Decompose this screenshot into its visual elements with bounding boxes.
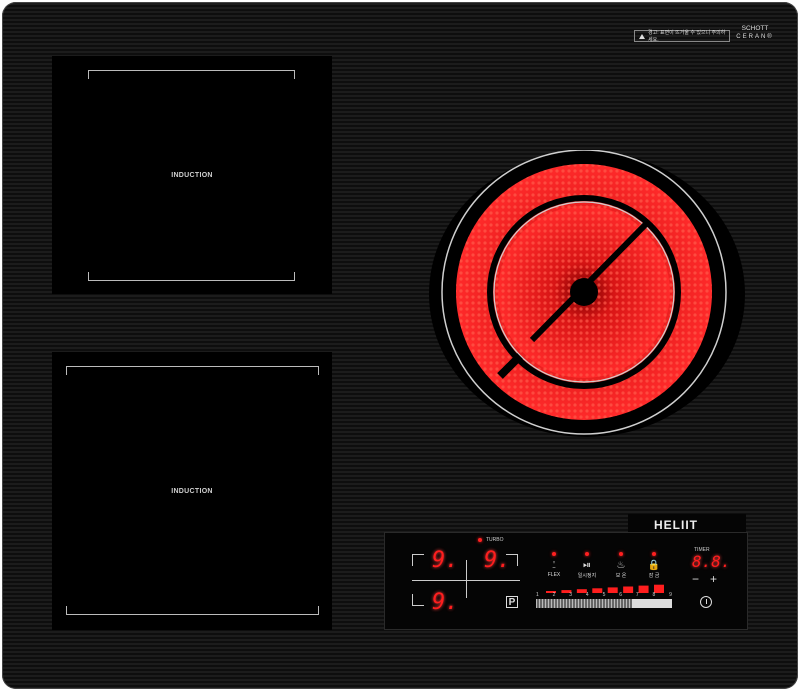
zone-select-top-left-icon[interactable] (412, 554, 424, 566)
slider-tick-labels: 1 2 3 4 5 6 7 8 9 (536, 592, 672, 598)
slider-tick-2: 2 (552, 592, 556, 598)
turbo-label: TURBO (486, 537, 504, 543)
zone-select-bottom-left-icon[interactable] (412, 594, 424, 606)
play-pause-label: 일시정지 (577, 573, 597, 579)
pause-led (585, 552, 589, 556)
slider-tick-6: 6 (619, 592, 622, 598)
zone-label: INDUCTION (171, 172, 213, 179)
lock-led (652, 552, 656, 556)
play-pause-button[interactable]: ⏯ 일시정지 (576, 560, 598, 579)
zone-display-top-left: 9. (432, 548, 459, 573)
brand-logo: HELIIT (654, 518, 698, 532)
glass-maker-logo: SCHOTT CERAN® (735, 25, 775, 41)
pause-button[interactable]: P (506, 596, 518, 608)
induction-zone-front-left[interactable]: INDUCTION (52, 352, 332, 630)
slider-tick-3: 3 (569, 592, 573, 598)
keep-warm-icon: ♨ (616, 560, 626, 571)
lock-button[interactable]: 🔒 잠 금 (643, 560, 665, 579)
warning-text: 경고: 표면이 뜨거울 수 있으니 주의하세요. (648, 30, 726, 43)
zone-label: INDUCTION (171, 488, 213, 495)
flex-label: FLEX (547, 572, 561, 578)
zone-divider-v (466, 560, 467, 598)
flex-led (552, 552, 556, 556)
glass-maker-line1: SCHOTT (741, 25, 769, 32)
keep-warm-label: 보 온 (615, 573, 627, 579)
slider-tick-1: 1 (536, 592, 539, 598)
radiant-zone[interactable] (428, 150, 746, 438)
warning-icon (639, 33, 645, 39)
slider-tick-5: 5 (602, 592, 606, 598)
slider-tick-9: 9 (669, 592, 672, 598)
glass-maker-line2: CERAN® (736, 34, 774, 40)
zone-select-top-right-icon[interactable] (506, 554, 518, 566)
power-slider-fill (632, 599, 672, 608)
lock-icon: 🔒 (647, 560, 661, 571)
slider-tick-4: 4 (585, 592, 589, 598)
timer-minus-button[interactable]: − (692, 573, 699, 585)
turbo-led (478, 538, 482, 542)
play-pause-icon: ⏯ (583, 560, 591, 571)
timer-plus-button[interactable]: + (710, 573, 717, 585)
keep-warm-button[interactable]: ♨ 보 온 (610, 560, 632, 579)
slider-tick-7: 7 (635, 592, 639, 598)
zone-display-bottom-left: 9. (432, 590, 459, 615)
power-button[interactable] (700, 596, 712, 608)
keep-warm-led (619, 552, 623, 556)
slider-tick-8: 8 (652, 592, 656, 598)
induction-zone-rear-left[interactable]: INDUCTION (52, 56, 332, 294)
flex-button[interactable]: ⍘ FLEX (543, 560, 565, 578)
flex-icon: ⍘ (551, 560, 557, 571)
timer-display: 8.8. (692, 552, 731, 571)
warning-label: 경고: 표면이 뜨거울 수 있으니 주의하세요. (634, 30, 730, 43)
lock-label: 잠 금 (648, 573, 660, 579)
